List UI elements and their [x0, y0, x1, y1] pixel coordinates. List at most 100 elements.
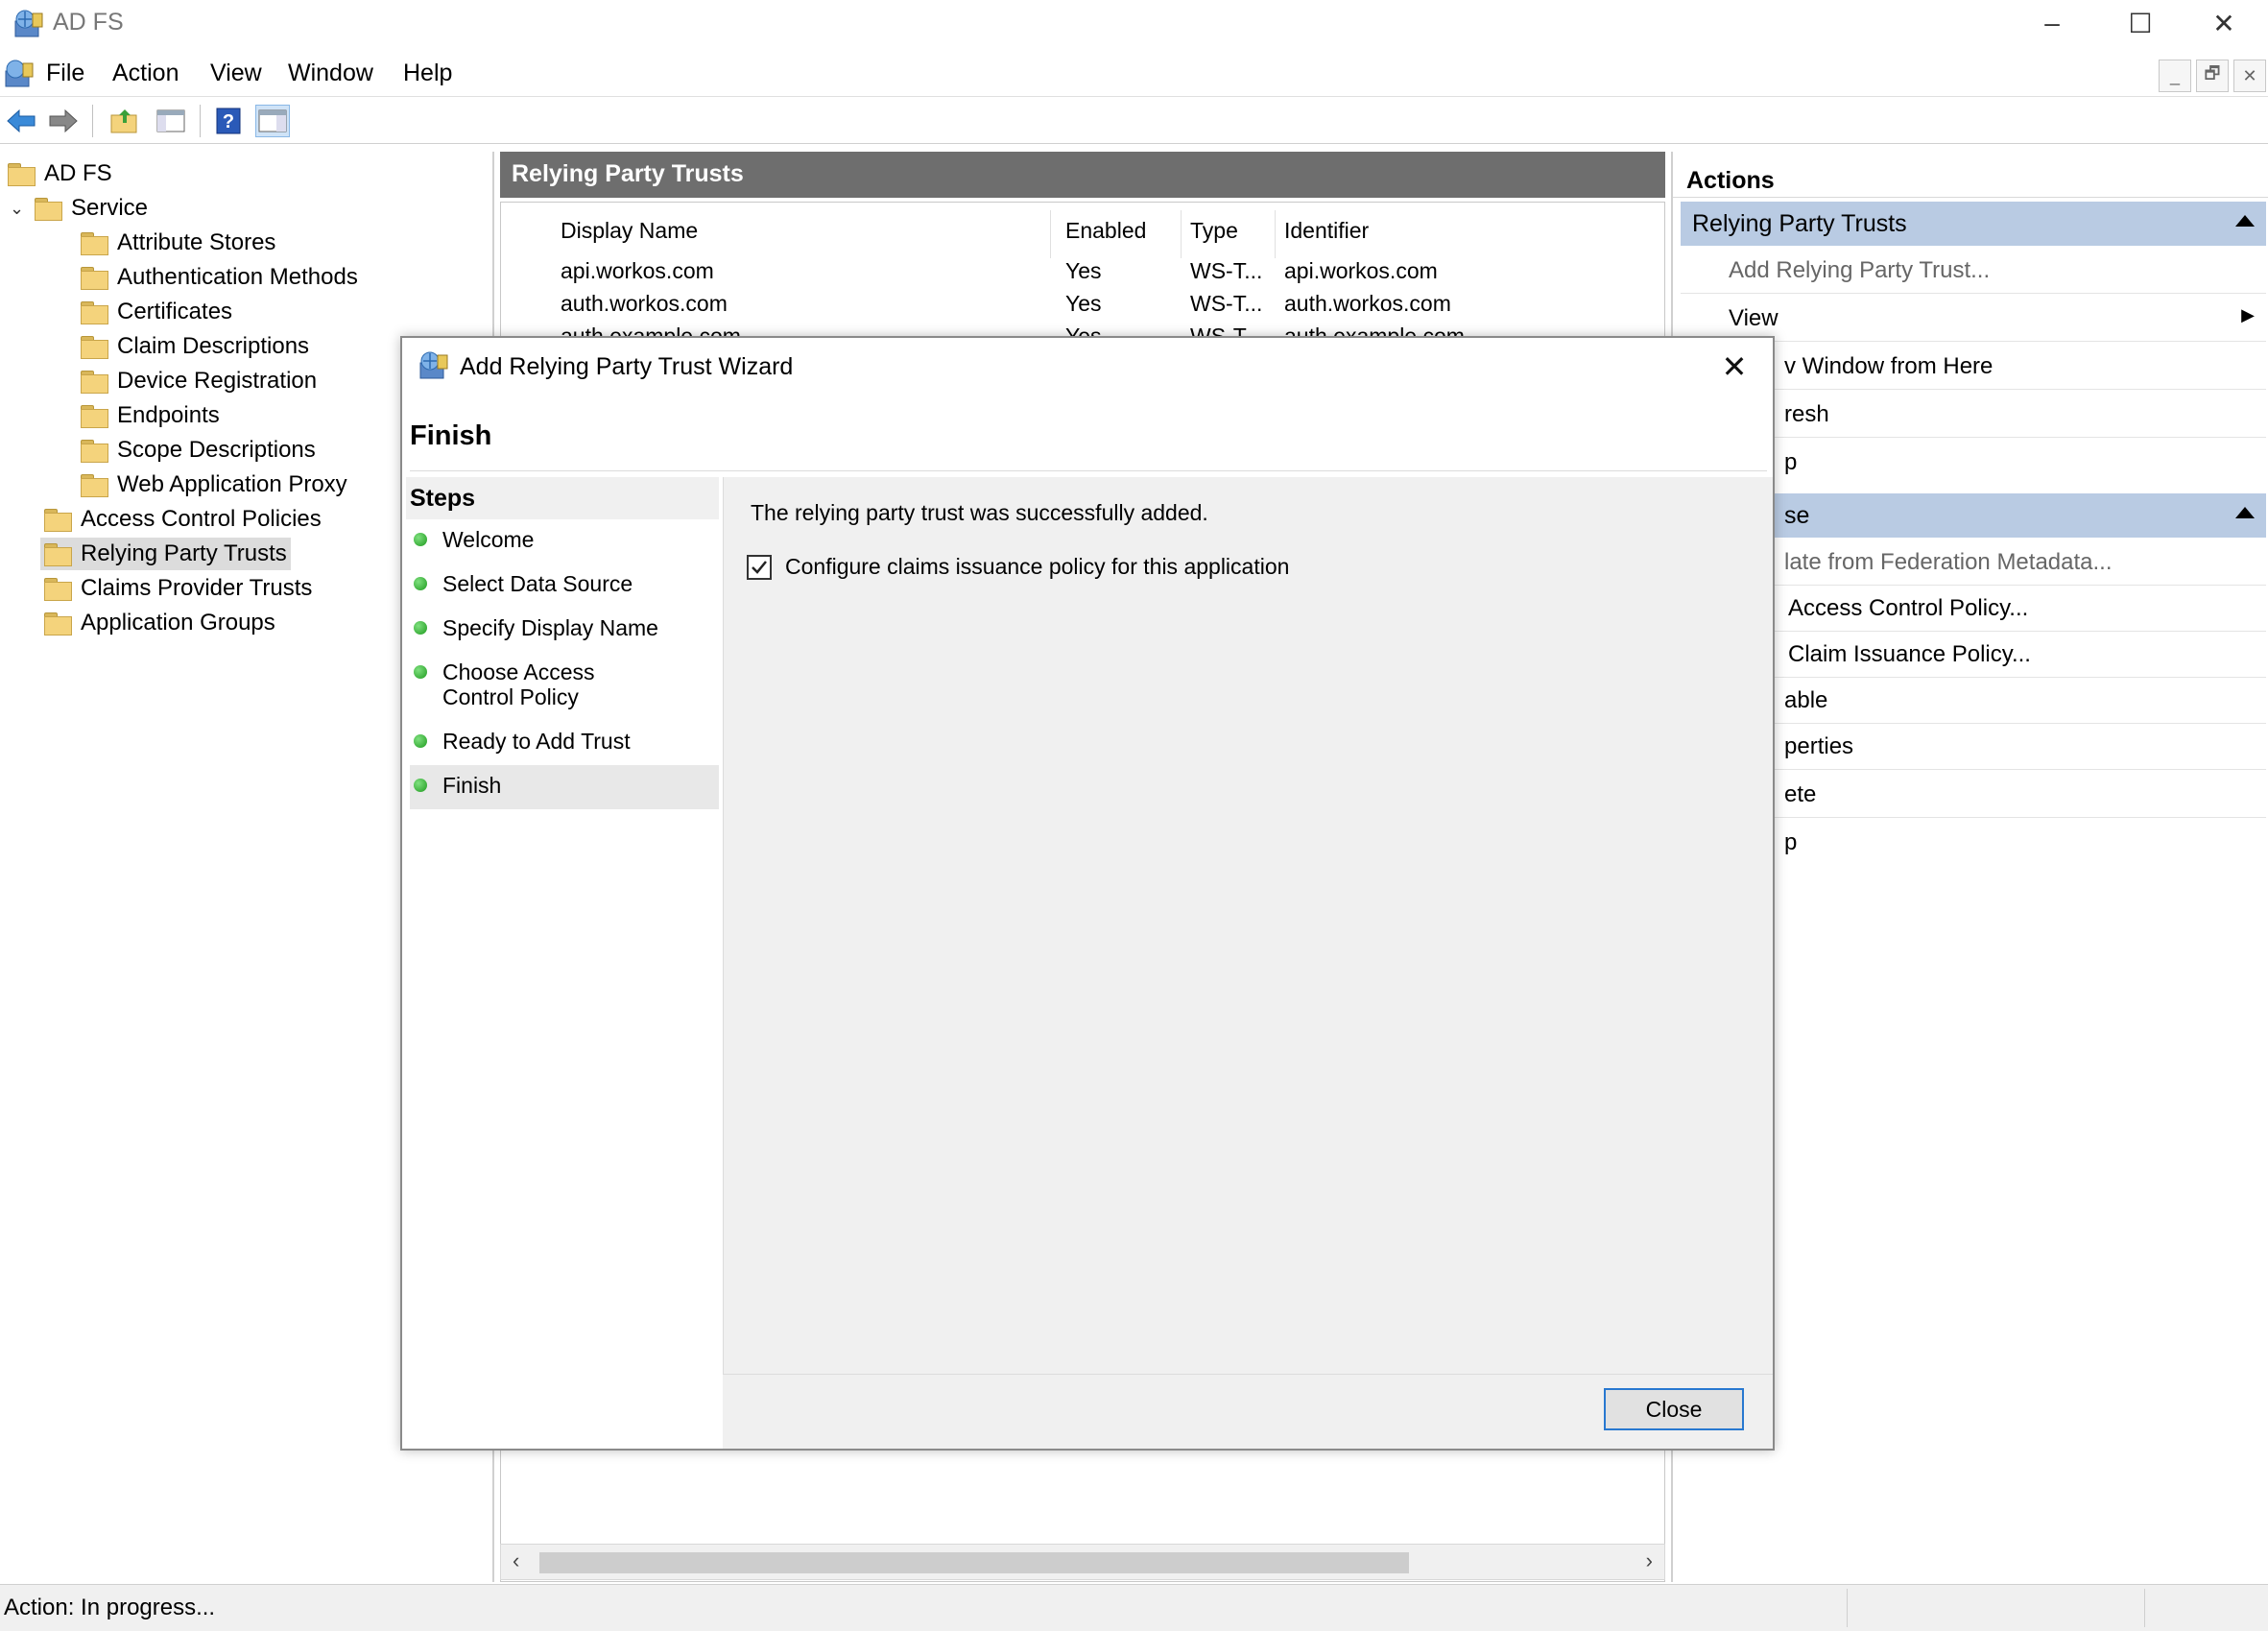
help-button[interactable]: ? — [211, 105, 246, 137]
mdi-close-button[interactable]: ✕ — [2233, 60, 2266, 92]
checkmark-icon — [752, 560, 767, 574]
submenu-arrow-icon: ▶ — [2241, 305, 2255, 324]
maximize-icon: ☐ — [2128, 8, 2153, 38]
close-icon: ✕ — [2212, 8, 2235, 38]
column-header-enabled[interactable]: Enabled — [1065, 218, 1146, 244]
menu-bar: File Action View Window Help — [0, 54, 2268, 94]
step-specify-display-name: Specify Display Name — [410, 615, 719, 641]
folder-icon — [81, 301, 108, 324]
tree-item-endpoints[interactable]: Endpoints — [81, 399, 220, 432]
show-hide-tree-button[interactable] — [154, 105, 188, 137]
tree-root-adfs[interactable]: AD FS — [8, 157, 112, 190]
table-row-cell[interactable]: auth.workos.com — [561, 291, 728, 317]
menu-action[interactable]: Action — [112, 60, 179, 87]
menu-window[interactable]: Window — [288, 60, 373, 87]
table-row-cell: WS-T... — [1190, 258, 1263, 283]
wizard-close-button[interactable]: ✕ — [1713, 346, 1755, 388]
column-divider — [1050, 210, 1051, 258]
step-complete-icon — [414, 621, 427, 635]
tree-item-certificates[interactable]: Certificates — [81, 296, 232, 328]
column-header-identifier[interactable]: Identifier — [1284, 218, 1369, 244]
status-text: Action: In progress... — [4, 1595, 216, 1620]
steps-header: Steps — [406, 477, 719, 519]
tree-item-web-application-proxy[interactable]: Web Application Proxy — [81, 468, 347, 501]
step-complete-icon — [414, 779, 427, 792]
table-row-cell[interactable]: api.workos.com — [561, 258, 714, 284]
window-title: AD FS — [53, 9, 124, 36]
back-arrow-icon — [7, 108, 36, 133]
adfs-app-icon — [14, 10, 43, 37]
mdi-minimize-button[interactable]: _ — [2159, 60, 2191, 92]
configure-claims-checkbox[interactable]: Configure claims issuance policy for thi… — [747, 554, 1289, 580]
column-header-type[interactable]: Type — [1190, 218, 1238, 244]
folder-icon — [81, 474, 108, 497]
step-complete-icon — [414, 734, 427, 748]
actions-group-relying-party-trusts[interactable]: Relying Party Trusts — [1681, 202, 2266, 246]
scroll-left-icon[interactable]: ‹ — [513, 1548, 519, 1573]
tree-item-access-control-policies[interactable]: Access Control Policies — [44, 503, 322, 536]
success-message: The relying party trust was successfully… — [751, 500, 1208, 525]
mdi-restore-button[interactable]: 🗗 — [2196, 60, 2229, 92]
divider — [410, 470, 1767, 471]
table-row-cell: Yes — [1065, 258, 1102, 283]
menu-file[interactable]: File — [46, 60, 84, 87]
checkbox[interactable] — [747, 554, 772, 580]
help-icon: ? — [216, 108, 241, 134]
add-relying-party-trust-wizard: Add Relying Party Trust Wizard ✕ Finish … — [400, 336, 1775, 1451]
folder-icon — [81, 440, 108, 463]
minimize-icon: – — [2044, 8, 2060, 37]
folder-icon — [44, 509, 72, 532]
close-window-button[interactable]: ✕ — [2180, 0, 2268, 46]
wizard-title: Add Relying Party Trust Wizard — [460, 353, 794, 380]
collapse-icon — [2235, 507, 2255, 518]
step-choose-access-control-policy: Choose Access Control Policy — [410, 660, 659, 709]
tree-item-service[interactable]: ⌄ Service — [10, 192, 148, 225]
step-complete-icon — [414, 533, 427, 546]
step-complete-icon — [414, 577, 427, 590]
horizontal-scrollbar[interactable]: ‹ › — [500, 1544, 1665, 1580]
tree-item-application-groups[interactable]: Application Groups — [44, 607, 275, 639]
tree-item-scope-descriptions[interactable]: Scope Descriptions — [81, 434, 316, 467]
tree-item-claim-descriptions[interactable]: Claim Descriptions — [81, 330, 309, 363]
toolbar-separator — [200, 105, 201, 137]
tree-item-claims-provider-trusts[interactable]: Claims Provider Trusts — [44, 572, 312, 605]
folder-icon — [8, 163, 36, 186]
show-hide-tree-icon — [156, 109, 185, 132]
tree-item-attribute-stores[interactable]: Attribute Stores — [81, 227, 275, 259]
table-row-cell: WS-T... — [1190, 291, 1263, 316]
tree-item-device-registration[interactable]: Device Registration — [81, 365, 317, 397]
close-button[interactable]: Close — [1604, 1388, 1744, 1430]
tree-item-authentication-methods[interactable]: Authentication Methods — [81, 261, 358, 294]
close-icon: ✕ — [1721, 349, 1748, 384]
action-add-relying-party-trust[interactable]: Add Relying Party Trust... — [1681, 248, 2266, 294]
menu-help[interactable]: Help — [403, 60, 452, 87]
checkbox-label: Configure claims issuance policy for thi… — [785, 554, 1290, 579]
wizard-steps: Steps Welcome Select Data Source Specify… — [406, 477, 723, 1449]
scrollbar-thumb[interactable] — [539, 1552, 1409, 1573]
menu-view[interactable]: View — [210, 60, 262, 87]
show-hide-action-pane-icon — [258, 109, 287, 132]
folder-icon — [81, 267, 108, 290]
folder-icon — [81, 232, 108, 255]
back-button[interactable] — [4, 105, 38, 137]
minimize-button[interactable]: – — [2008, 0, 2096, 46]
svg-text:?: ? — [223, 111, 234, 132]
adfs-menu-icon — [5, 60, 34, 87]
forward-arrow-icon — [49, 108, 78, 133]
status-divider — [1847, 1589, 1848, 1627]
scroll-right-icon[interactable]: › — [1646, 1548, 1653, 1573]
show-hide-action-pane-button[interactable] — [255, 105, 290, 137]
wizard-heading: Finish — [410, 420, 492, 451]
forward-button[interactable] — [46, 105, 81, 137]
tree-item-relying-party-trusts[interactable]: Relying Party Trusts — [40, 538, 291, 570]
folder-icon — [35, 198, 62, 221]
up-one-level-button[interactable] — [107, 105, 142, 137]
up-folder-icon — [110, 109, 137, 133]
column-header-display-name[interactable]: Display Name — [561, 218, 698, 244]
folder-icon — [44, 612, 72, 636]
action-view[interactable]: View ▶ — [1681, 296, 2266, 342]
table-row-cell: auth.workos.com — [1284, 291, 1451, 316]
maximize-button[interactable]: ☐ — [2096, 0, 2184, 46]
toolbar-separator — [92, 105, 93, 137]
collapse-icon — [2235, 215, 2255, 227]
